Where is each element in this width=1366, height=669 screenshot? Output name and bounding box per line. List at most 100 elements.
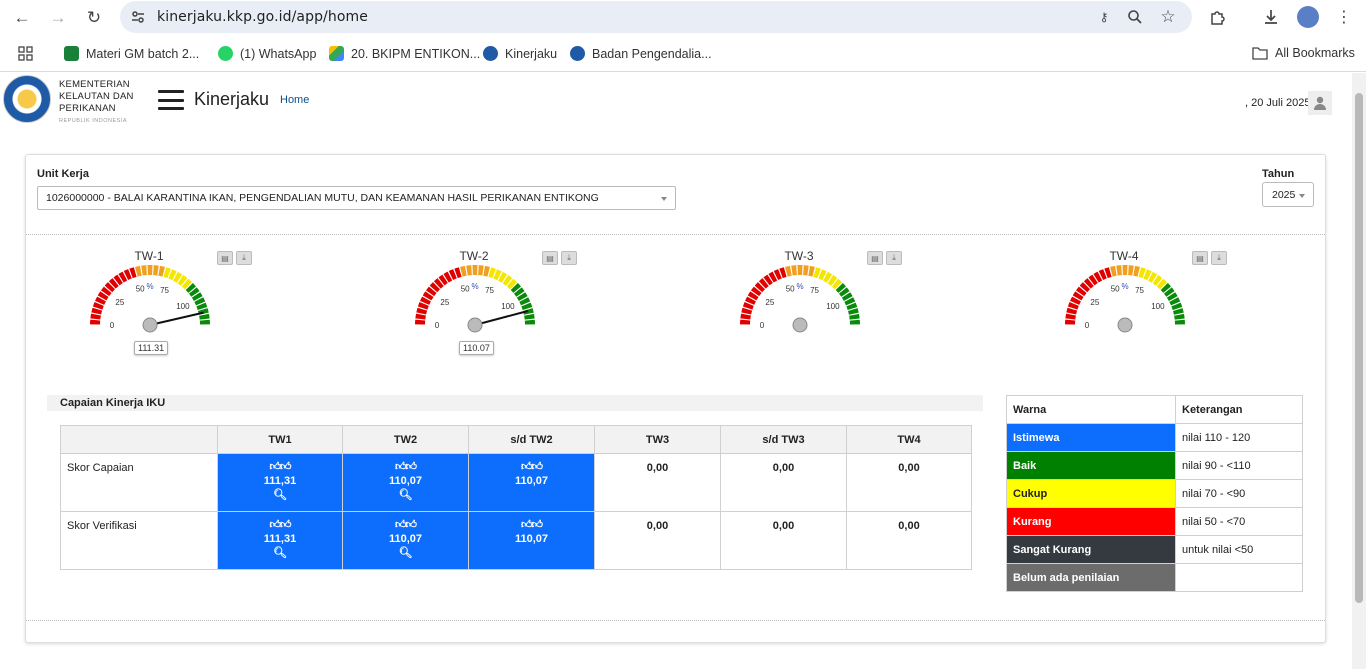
gauge-3: TW-3 ▤ ⤓ 0 25 50 75 100%: [734, 249, 914, 359]
search-icon[interactable]: 🔍︎: [218, 488, 342, 502]
gauge-band-segment: [460, 265, 467, 277]
score-value: 0,00: [846, 453, 972, 512]
gauge-tick-label: 25: [1090, 298, 1099, 307]
gauge-band-segment: [90, 313, 101, 320]
gauge-band-segment: [1174, 313, 1185, 320]
gauge-4: TW-4 ▤ ⤓ 0 25 50 75 100%: [1059, 249, 1239, 359]
menu-dots-icon[interactable]: ⋮: [1333, 6, 1355, 28]
kkp-logo-icon: [483, 46, 498, 61]
gauge-band-segment: [147, 265, 153, 276]
thumbs-up-icon: 👍︎👍︎: [521, 519, 543, 531]
bookmark-item[interactable]: Badan Pengendalia...: [570, 46, 712, 61]
kkp-logo[interactable]: KEMENTERIAN KELAUTAN DAN PERIKANAN REPUB…: [3, 75, 133, 124]
legend-row: Baik nilai 90 - <110: [1006, 451, 1303, 480]
score-cell[interactable]: 👍︎👍︎ 110,07 🔍︎: [342, 453, 469, 512]
gauge-band-segment: [158, 265, 165, 277]
bookmark-item[interactable]: Materi GM batch 2...: [64, 46, 199, 61]
apps-icon[interactable]: [18, 46, 33, 61]
table-header-row: TW1 TW2 s/d TW2 TW3 s/d TW3 TW4: [60, 425, 972, 454]
row-label: Skor Capaian: [60, 453, 218, 512]
tahun-select[interactable]: 2025: [1262, 182, 1314, 207]
bookmark-item[interactable]: Kinerjaku: [483, 46, 557, 61]
all-bookmarks[interactable]: All Bookmarks: [1252, 46, 1355, 60]
gauge-band-segment: [1122, 265, 1128, 276]
gauge-band-segment: [1174, 319, 1185, 325]
sheets-icon: [64, 46, 79, 61]
url-text[interactable]: kinerjaku.kkp.go.id/app/home: [157, 9, 368, 25]
forward-icon[interactable]: →: [46, 6, 70, 30]
address-bar[interactable]: kinerjaku.kkp.go.id/app/home ⚷ ☆: [120, 1, 1192, 33]
gauge-tick-label: 100: [501, 302, 515, 311]
score-value: 0,00: [846, 511, 972, 570]
gauge-tick-label: 50: [786, 284, 795, 293]
bookmark-star-icon[interactable]: ☆: [1158, 7, 1178, 27]
breadcrumb-home[interactable]: Home: [280, 94, 309, 106]
reload-icon[interactable]: ↻: [82, 6, 106, 30]
bookmark-label: Materi GM batch 2...: [86, 46, 200, 61]
column-header: TW1: [217, 425, 343, 454]
page-scrollbar[interactable]: [1352, 73, 1366, 669]
thumbs-up-icon: 👍︎👍︎: [395, 519, 417, 531]
bookmark-label: Kinerjaku: [505, 46, 558, 61]
score-value: 0,00: [720, 453, 847, 512]
key-icon[interactable]: ⚷: [1094, 7, 1114, 27]
gauge-unit: %: [796, 282, 803, 291]
gauge-band-segment: [466, 265, 472, 276]
current-date: , 20 Juli 2025: [1245, 97, 1311, 109]
section-title: Capaian Kinerja IKU: [47, 395, 983, 411]
unit-kerja-select[interactable]: 1026000000 - BALAI KARANTINA IKAN, PENGE…: [37, 186, 676, 210]
legend-description: nilai 90 - <110: [1175, 451, 1303, 480]
search-icon[interactable]: 🔍︎: [218, 546, 342, 560]
user-icon[interactable]: [1308, 91, 1332, 115]
column-header: [60, 425, 218, 454]
bookmark-label: Badan Pengendalia...: [592, 46, 712, 61]
search-icon[interactable]: 🔍︎: [343, 488, 468, 502]
download-icon[interactable]: [1260, 6, 1282, 28]
table-row: Skor Verifikasi 👍︎👍︎ 111,31 🔍︎ 👍︎👍︎ 110,…: [60, 511, 972, 570]
gauge-band-segment: [849, 319, 860, 325]
legend-header: Warna: [1006, 395, 1176, 424]
site-settings-icon[interactable]: [130, 9, 146, 25]
score-cell[interactable]: 👍︎👍︎ 111,31 🔍︎: [217, 511, 343, 570]
bookmark-item[interactable]: (1) WhatsApp: [218, 46, 316, 61]
legend-row: Kurang nilai 50 - <70: [1006, 507, 1303, 536]
legend-row: Sangat Kurang untuk nilai <50: [1006, 535, 1303, 564]
gauge-tick-label: 0: [1085, 321, 1090, 330]
bookmark-item[interactable]: 20. BKIPM ENTIKON...: [329, 46, 480, 61]
score-cell[interactable]: 👍︎👍︎ 111,31 🔍︎: [217, 453, 343, 512]
legend-color-swatch: Sangat Kurang: [1006, 535, 1176, 564]
thumbs-up-icon: 👍︎👍︎: [269, 519, 292, 531]
legend-color-swatch: Istimewa: [1006, 423, 1176, 452]
thumbs-up-icon: 👍︎👍︎: [521, 461, 543, 473]
gauge-band-segment: [478, 265, 484, 276]
iku-table: TW1 TW2 s/d TW2 TW3 s/d TW3 TW4 Skor Cap…: [60, 425, 972, 570]
gauge-dial: 0 25 50 75 100%: [90, 265, 210, 333]
column-header: s/d TW2: [468, 425, 595, 454]
score-value: 110,07: [514, 533, 549, 545]
gauge-band-segment: [1065, 313, 1076, 320]
gauge-unit: %: [471, 282, 478, 291]
column-header: TW3: [594, 425, 721, 454]
unit-kerja-label: Unit Kerja: [37, 168, 89, 180]
zoom-icon[interactable]: [1125, 7, 1145, 27]
table-row: Skor Capaian 👍︎👍︎ 111,31 🔍︎ 👍︎👍︎ 110,07 …: [60, 453, 972, 512]
legend-header-row: Warna Keterangan: [1006, 395, 1303, 424]
score-cell: 👍︎👍︎ 110,07: [468, 453, 595, 512]
back-icon[interactable]: ←: [10, 6, 34, 30]
profile-icon[interactable]: [1297, 6, 1319, 28]
legend-color-swatch: Belum ada penilaian: [1006, 563, 1176, 592]
hamburger-menu-icon[interactable]: [158, 90, 184, 110]
score-value: 0,00: [594, 453, 721, 512]
gauge-hub: [792, 317, 808, 333]
legend-description: [1175, 563, 1303, 592]
gauge-band-segment: [141, 265, 147, 276]
extensions-icon[interactable]: [1207, 6, 1229, 28]
legend-color-swatch: Kurang: [1006, 507, 1176, 536]
search-icon[interactable]: 🔍︎: [343, 546, 468, 560]
gauge-tick-label: 50: [136, 284, 145, 293]
scrollbar-thumb[interactable]: [1355, 93, 1363, 603]
score-cell[interactable]: 👍︎👍︎ 110,07 🔍︎: [342, 511, 469, 570]
legend-description: nilai 110 - 120: [1175, 423, 1303, 452]
gauge-band-segment: [483, 265, 490, 277]
thumbs-up-icon: 👍︎👍︎: [395, 461, 417, 473]
